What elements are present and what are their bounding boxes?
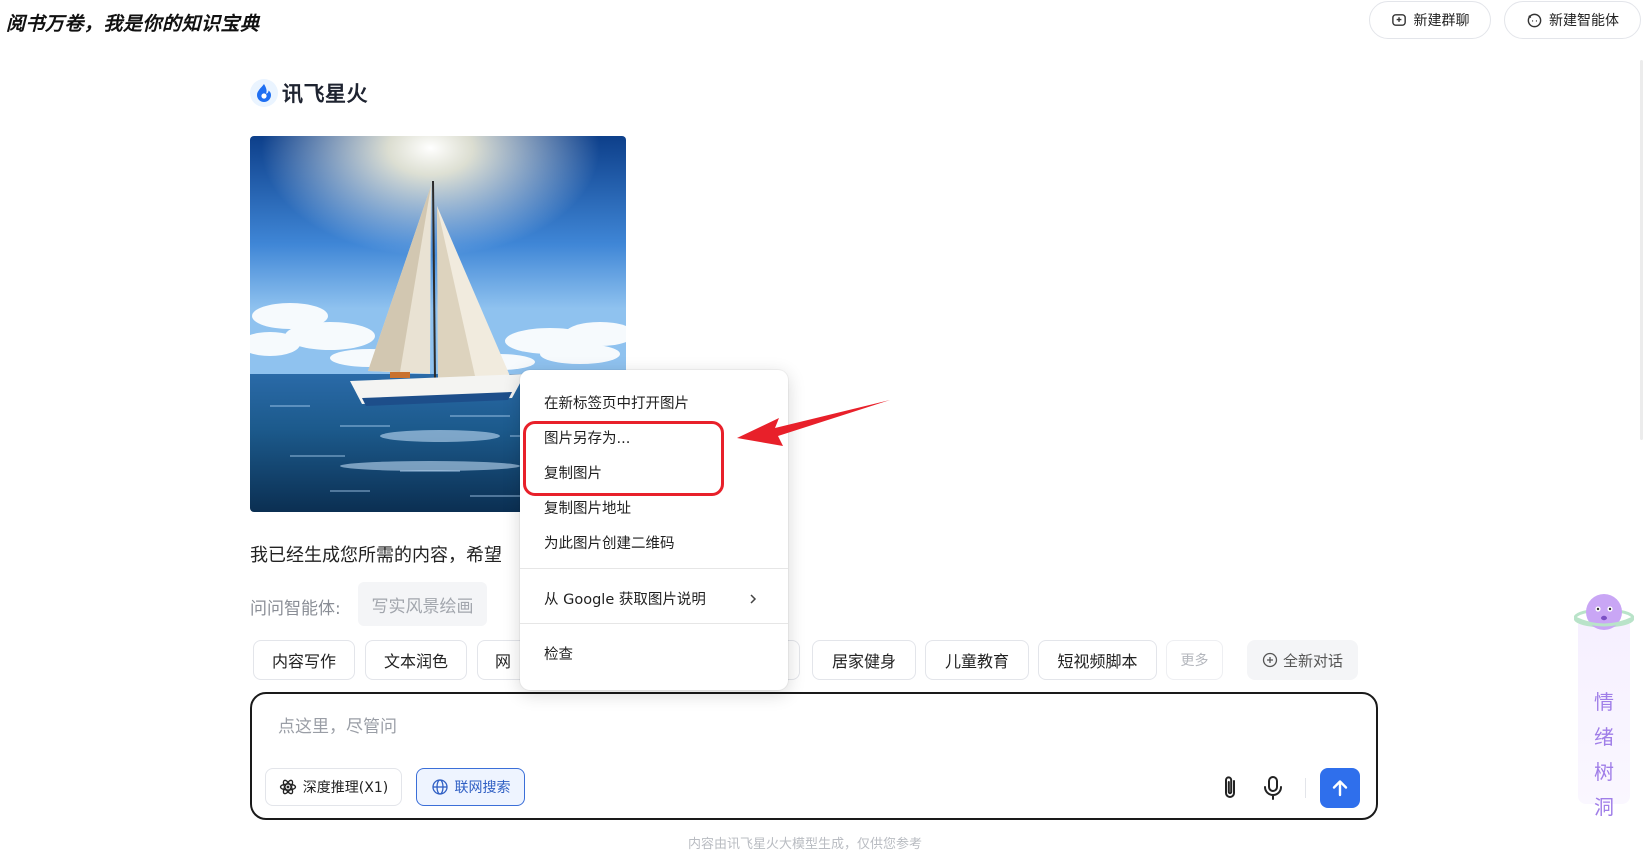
input-divider [1305, 778, 1306, 798]
group-chat-icon [1391, 13, 1406, 26]
plus-circle-icon [1262, 652, 1278, 668]
new-chat-button[interactable]: 全新对话 [1247, 640, 1358, 680]
treehole-text: 情 绪 树 洞 [1578, 686, 1630, 820]
agent-icon [1527, 13, 1542, 27]
paperclip-icon[interactable] [1217, 774, 1243, 802]
treehole-panel: 情 绪 树 洞 [1578, 624, 1630, 819]
new-agent-label: 新建智能体 [1549, 13, 1619, 29]
menu-open-image-new-tab-label: 在新标签页中打开图片 [544, 396, 689, 412]
menu-inspect-label: 检查 [544, 647, 573, 663]
logo-text: 讯飞星火 [282, 82, 368, 106]
treehole-char: 树 [1594, 760, 1614, 784]
chevron-right-icon [750, 593, 757, 604]
menu-copy-image-address-label: 复制图片地址 [544, 501, 631, 517]
chip-child-education[interactable]: 儿童教育 [925, 640, 1029, 680]
new-group-chat-button[interactable]: 新建群聊 [1369, 1, 1491, 39]
menu-separator [520, 568, 788, 569]
page-slogan: 阅书万卷，我是你的知识宝典 [6, 13, 260, 35]
send-button[interactable] [1320, 768, 1360, 808]
treehole-char: 绪 [1594, 725, 1614, 749]
menu-create-qr-code-label: 为此图片创建二维码 [544, 536, 675, 552]
treehole-char: 情 [1594, 690, 1614, 714]
new-group-chat-label: 新建群聊 [1413, 13, 1470, 29]
ask-agent-label: 问问智能体: [250, 599, 341, 619]
chip-more[interactable]: 更多 [1166, 640, 1223, 680]
deep-reasoning-button[interactable]: 深度推理(X1) [265, 768, 402, 806]
agent-suggestion-chip[interactable]: 写实风景绘画 [358, 582, 487, 626]
new-chat-label: 全新对话 [1282, 651, 1343, 670]
web-search-label: 联网搜索 [454, 780, 511, 796]
disclaimer-text: 内容由讯飞星火大模型生成，仅供您参考 [688, 837, 923, 852]
treehole-char: 洞 [1594, 795, 1614, 819]
arrow-up-icon [1332, 780, 1348, 797]
highlight-box [523, 421, 724, 496]
chip-text-polish[interactable]: 文本润色 [365, 640, 467, 680]
assistant-reply-text: 我已经生成您所需的内容，希望 [250, 545, 502, 566]
chip-content-writing[interactable]: 内容写作 [253, 640, 355, 680]
emotion-treehole-widget[interactable]: 情 绪 树 洞 [1574, 588, 1634, 819]
page-scrollbar[interactable] [1640, 60, 1643, 440]
planet-mascot-icon [1574, 594, 1634, 630]
web-search-toggle[interactable]: 联网搜索 [416, 768, 525, 806]
new-agent-button[interactable]: 新建智能体 [1504, 1, 1641, 39]
atom-icon [279, 779, 296, 795]
chip-home-fitness[interactable]: 居家健身 [812, 640, 916, 680]
menu-create-qr-code[interactable]: 为此图片创建二维码 [520, 525, 788, 560]
chat-input-box: 深度推理(X1) 联网搜索 [250, 692, 1378, 820]
deep-reasoning-label: 深度推理(X1) [302, 780, 389, 796]
menu-google-image-description[interactable]: 从 Google 获取图片说明 [520, 581, 788, 616]
assistant-logo: 讯飞星火 [250, 78, 368, 108]
microphone-icon[interactable] [1260, 774, 1286, 802]
globe-icon [431, 779, 448, 795]
menu-google-image-description-label: 从 Google 获取图片说明 [544, 592, 706, 608]
chat-input[interactable] [278, 712, 1138, 742]
chip-short-video-script[interactable]: 短视频脚本 [1038, 640, 1157, 680]
menu-separator [520, 623, 788, 624]
spark-logo-icon [250, 79, 278, 107]
menu-inspect[interactable]: 检查 [520, 636, 788, 671]
red-arrow-annotation [737, 400, 890, 446]
